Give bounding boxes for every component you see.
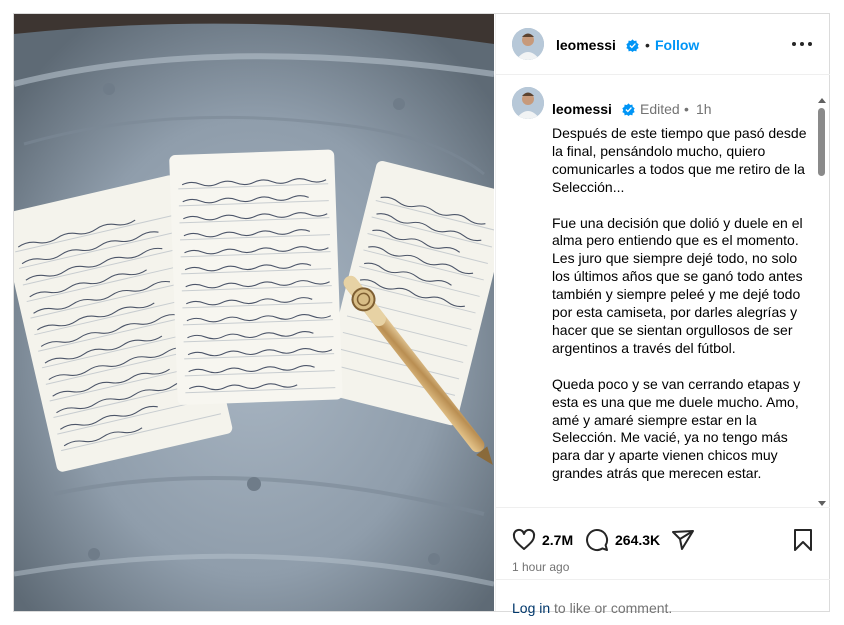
caption-text: Después de este tiempo que pasó desde la… <box>552 125 807 482</box>
comment-button[interactable]: 264.3K <box>585 528 660 552</box>
caption-scrollbar[interactable] <box>817 92 826 506</box>
scroll-down-icon[interactable] <box>818 501 826 506</box>
caption-username[interactable]: leomessi <box>552 101 612 117</box>
heart-icon <box>512 528 536 550</box>
scroll-up-icon[interactable] <box>818 98 826 103</box>
caption-area: leomessi Edited • 1h Después de este tie… <box>496 75 830 505</box>
header-username[interactable]: leomessi <box>556 37 616 53</box>
meta-separator: • <box>684 101 689 117</box>
bookmark-icon <box>794 529 812 551</box>
login-suffix: to like or comment. <box>550 600 673 616</box>
post-header: leomessi • Follow <box>496 14 830 75</box>
share-icon <box>672 530 694 550</box>
post-photo[interactable] <box>14 14 494 611</box>
verified-badge-icon <box>622 103 635 116</box>
photo-image <box>14 14 494 611</box>
avatar[interactable] <box>512 28 544 60</box>
caption-avatar[interactable] <box>512 87 544 119</box>
post-sidebar: leomessi • Follow leomessi Edited • 1h D… <box>495 14 830 616</box>
header-separator: • <box>645 37 650 53</box>
save-button[interactable] <box>792 528 814 552</box>
more-options-icon[interactable] <box>792 36 812 52</box>
edited-label: Edited <box>640 101 680 117</box>
action-bar: 2.7M 264.3K 1 hour ago Log in to like or… <box>496 507 830 616</box>
comments-count[interactable]: 264.3K <box>615 532 660 548</box>
comment-icon <box>586 529 609 551</box>
likes-count[interactable]: 2.7M <box>542 532 573 548</box>
follow-button[interactable]: Follow <box>655 37 699 53</box>
like-button[interactable]: 2.7M <box>512 528 573 552</box>
share-button[interactable] <box>671 528 695 552</box>
post-window: leomessi • Follow leomessi Edited • 1h D… <box>13 13 830 616</box>
scroll-thumb[interactable] <box>818 108 825 176</box>
login-link[interactable]: Log in <box>512 600 550 616</box>
login-prompt: Log in to like or comment. <box>496 579 830 616</box>
post-time-short[interactable]: 1h <box>696 101 712 117</box>
post-time-ago[interactable]: 1 hour ago <box>512 560 569 574</box>
avatar-image <box>512 28 544 60</box>
verified-badge-icon <box>626 39 639 52</box>
avatar-image <box>512 87 544 119</box>
